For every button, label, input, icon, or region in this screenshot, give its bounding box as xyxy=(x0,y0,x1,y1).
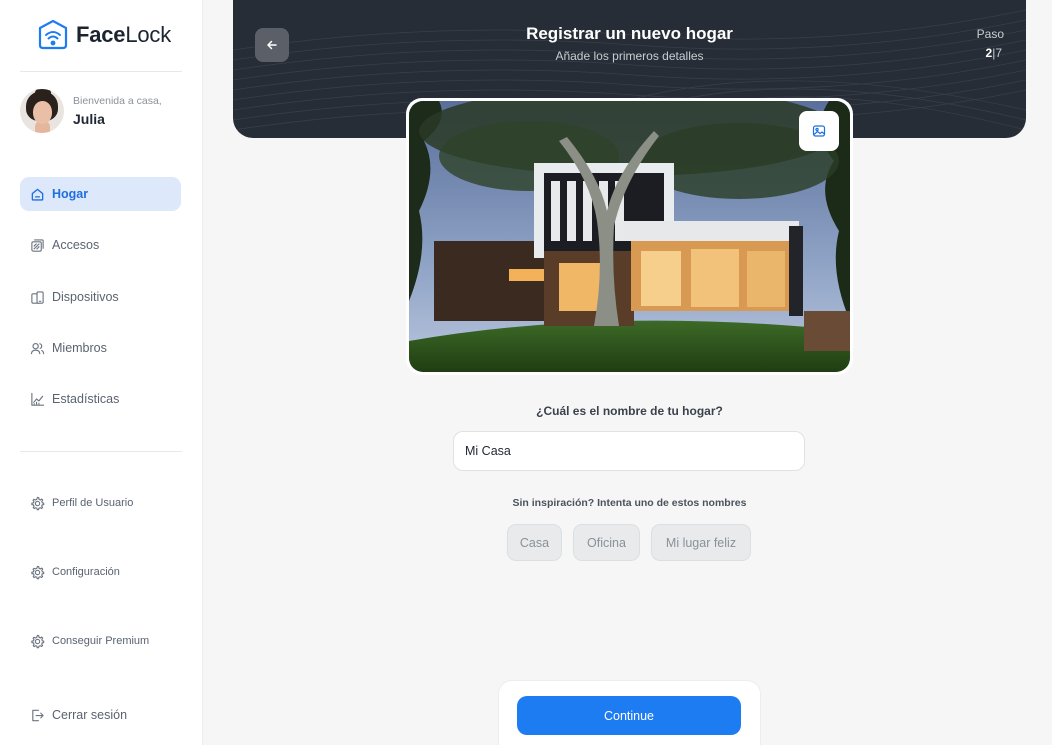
sidebar-item-label: Perfil de Usuario xyxy=(52,497,134,509)
gear-icon xyxy=(31,496,45,510)
access-icon xyxy=(31,238,44,252)
step-indicator: 2|7 xyxy=(986,46,1003,60)
page-subtitle: Añade los primeros detalles xyxy=(555,49,704,63)
sidebar-item-label: Configuración xyxy=(52,566,120,578)
sidebar-item-label: Accesos xyxy=(52,238,100,252)
change-photo-button[interactable] xyxy=(799,111,839,151)
sidebar: FaceLock Bienvenida a casa, Julia Hogar … xyxy=(0,0,203,745)
sidebar-item-label: Hogar xyxy=(52,187,89,201)
logout-icon xyxy=(32,709,44,721)
sidebar-item-miembros[interactable]: Miembros xyxy=(20,331,181,365)
suggestions-hint: Sin inspiración? Intenta uno de estos no… xyxy=(512,497,747,509)
user-greeting: Bienvenida a casa, xyxy=(73,95,162,107)
members-icon xyxy=(30,342,45,354)
image-icon xyxy=(812,125,826,137)
gear-icon xyxy=(31,634,45,648)
step-label: Paso xyxy=(976,27,1004,41)
home-icon xyxy=(31,188,44,201)
sidebar-divider xyxy=(20,71,182,72)
step-total: 7 xyxy=(995,46,1002,60)
page-title: Registrar un nuevo hogar xyxy=(526,24,733,43)
brand-name: FaceLock xyxy=(76,22,171,48)
sidebar-divider xyxy=(20,451,182,452)
user-name: Julia xyxy=(73,111,105,127)
logout-label: Cerrar sesión xyxy=(52,708,128,722)
sidebar-item-premium[interactable]: Conseguir Premium xyxy=(20,624,181,658)
sidebar-item-accesos[interactable]: Accesos xyxy=(20,228,181,262)
home-photo-card xyxy=(406,98,853,375)
facelock-logo-icon xyxy=(38,19,68,50)
suggestion-chip-mi-lugar-feliz[interactable]: Mi lugar feliz xyxy=(651,524,751,561)
sidebar-item-dispositivos[interactable]: Dispositivos xyxy=(20,280,181,314)
sidebar-item-configuracion[interactable]: Configuración xyxy=(20,555,181,589)
devices-icon xyxy=(31,290,44,304)
suggestion-chip-oficina[interactable]: Oficina xyxy=(573,524,640,561)
home-photo xyxy=(409,101,850,372)
logout-button[interactable]: Cerrar sesión xyxy=(20,698,181,732)
sidebar-item-label: Conseguir Premium xyxy=(52,635,150,647)
brand-name-light: Lock xyxy=(125,22,172,47)
sidebar-item-label: Dispositivos xyxy=(52,290,119,304)
sidebar-item-label: Miembros xyxy=(52,341,107,355)
home-name-question: ¿Cuál es el nombre de tu hogar? xyxy=(536,404,723,418)
home-name-input[interactable] xyxy=(453,431,805,471)
user-profile[interactable]: Bienvenida a casa, Julia xyxy=(20,89,162,133)
suggestion-chip-casa[interactable]: Casa xyxy=(507,524,562,561)
gear-icon xyxy=(31,565,45,579)
avatar xyxy=(20,89,64,133)
sidebar-item-estadisticas[interactable]: Estadísticas xyxy=(20,382,181,416)
sidebar-item-hogar[interactable]: Hogar xyxy=(20,177,181,211)
brand-logo[interactable]: FaceLock xyxy=(38,18,171,52)
sidebar-item-perfil[interactable]: Perfil de Usuario xyxy=(20,486,181,520)
sidebar-item-label: Estadísticas xyxy=(52,392,120,406)
continue-button[interactable]: Continue xyxy=(517,696,741,735)
brand-name-bold: Face xyxy=(76,22,126,47)
stats-icon xyxy=(31,392,45,406)
